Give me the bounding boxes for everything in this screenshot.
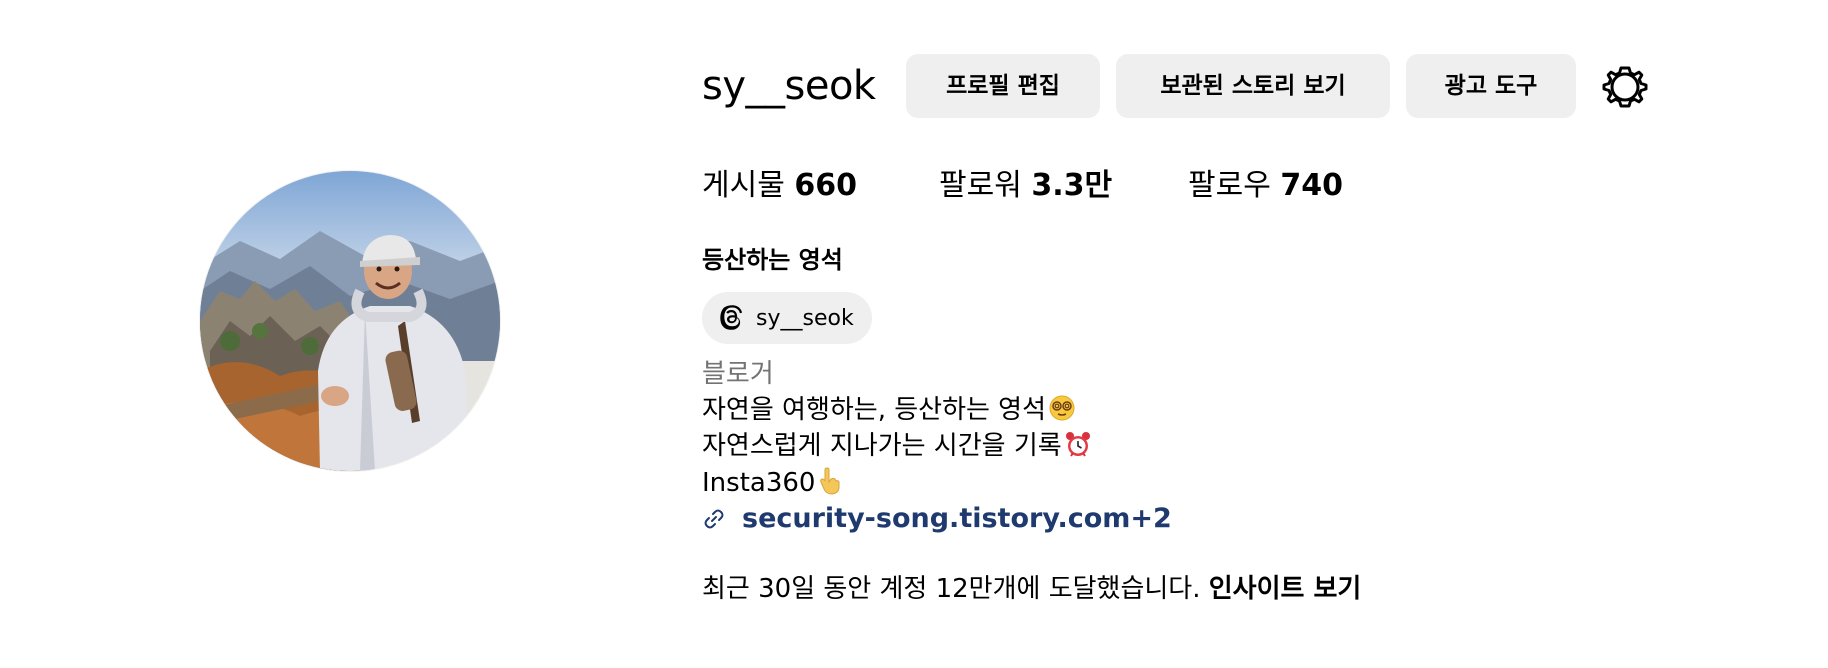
followers-link[interactable]: 팔로워 3.3만: [939, 166, 1112, 206]
posts-label: 게시물: [702, 168, 785, 203]
insight-text: 최근 30일 동안 계정 12만개에 도달했습니다.: [702, 574, 1201, 604]
full-name: 등산하는 영석: [702, 246, 843, 274]
bio-line-2: 자연스럽게 지나가는 시간을 기록: [702, 429, 1092, 467]
gear-icon: [1602, 66, 1648, 108]
bio-line-2-text: 자연스럽게 지나가는 시간을 기록: [702, 431, 1062, 461]
bio-line-1-text: 자연을 여행하는, 등산하는 영석: [702, 395, 1047, 425]
account-category: 블로거: [702, 359, 774, 389]
bio-line-1: 자연을 여행하는, 등산하는 영석: [702, 393, 1076, 431]
followers-label: 팔로워: [939, 168, 1022, 203]
followers-number: 3.3만: [1031, 168, 1113, 203]
insight-summary: 최근 30일 동안 계정 12만개에 도달했습니다. 인사이트 보기: [702, 572, 1361, 606]
posts-count: 게시물 660: [702, 166, 857, 206]
following-number: 740: [1280, 168, 1343, 203]
link-icon: [704, 509, 724, 529]
profile-page: sy__seok 프로필 편집 보관된 스토리 보기 광고 도구 게시물 660…: [0, 0, 1828, 668]
settings-button[interactable]: [1602, 64, 1648, 110]
bio-line-3: Insta360: [702, 466, 843, 504]
threads-handle: sy__seok: [756, 305, 854, 331]
following-link[interactable]: 팔로우 740: [1188, 166, 1343, 206]
posts-number: 660: [794, 168, 857, 203]
view-archive-button[interactable]: 보관된 스토리 보기: [1116, 54, 1390, 118]
profile-photo: [200, 171, 500, 471]
username: sy__seok: [702, 63, 876, 109]
ad-tools-button[interactable]: 광고 도구: [1406, 54, 1576, 118]
threads-badge[interactable]: sy__seok: [702, 292, 872, 344]
edit-profile-button[interactable]: 프로필 편집: [906, 54, 1100, 118]
following-label: 팔로우: [1188, 168, 1271, 203]
link-text: security-song.tistory.com+2: [742, 503, 1172, 534]
threads-icon: [720, 305, 743, 330]
pointing-down-hand-icon: [817, 467, 843, 504]
external-link[interactable]: security-song.tistory.com+2: [702, 502, 1172, 536]
avatar[interactable]: [200, 171, 500, 471]
alarm-clock-icon: [1064, 430, 1092, 467]
bio-line-3-text: Insta360: [702, 468, 816, 498]
view-insights-link[interactable]: 인사이트 보기: [1209, 574, 1362, 604]
face-with-spiral-eyes-icon: [1048, 394, 1076, 431]
